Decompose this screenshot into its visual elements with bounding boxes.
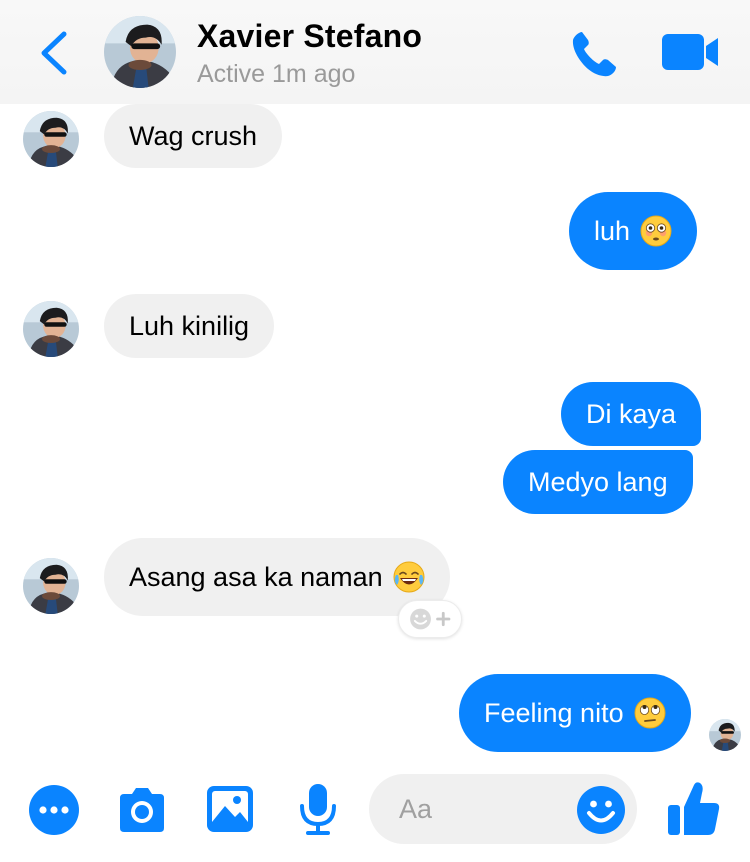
message-text: Medyo lang bbox=[528, 466, 668, 497]
message-bubble-incoming[interactable]: Wag crush bbox=[104, 104, 283, 168]
message-input[interactable] bbox=[399, 788, 579, 830]
contact-avatar[interactable] bbox=[104, 16, 176, 88]
microphone-icon[interactable] bbox=[298, 784, 338, 836]
tears-of-joy-face-icon bbox=[393, 561, 425, 593]
sender-avatar[interactable] bbox=[23, 111, 79, 167]
message-text: Luh kinilig bbox=[129, 310, 250, 341]
message-input-container bbox=[369, 774, 637, 844]
message-text: Wag crush bbox=[129, 120, 258, 151]
message-bubble-incoming[interactable]: Luh kinilig bbox=[104, 294, 275, 358]
image-icon[interactable] bbox=[207, 786, 253, 832]
message-bubble-outgoing[interactable]: Feeling nito bbox=[459, 674, 691, 752]
message-text: Feeling nito bbox=[484, 697, 624, 728]
message-text: luh bbox=[594, 215, 631, 246]
message-bubble-outgoing[interactable]: Medyo lang bbox=[503, 450, 693, 514]
seen-indicator-avatar bbox=[709, 719, 741, 751]
eye-roll-face-icon bbox=[634, 697, 666, 729]
message-bubble-incoming[interactable]: Asang asa ka naman bbox=[104, 538, 450, 616]
contact-name[interactable]: Xavier Stefano bbox=[197, 18, 422, 55]
flushed-face-icon bbox=[640, 215, 672, 247]
camera-icon[interactable] bbox=[116, 786, 168, 834]
message-text: Asang asa ka naman bbox=[129, 561, 383, 592]
message-bubble-outgoing[interactable]: Di kaya bbox=[561, 382, 702, 446]
sender-avatar[interactable] bbox=[23, 558, 79, 614]
phone-icon[interactable] bbox=[568, 28, 620, 80]
add-reaction-button[interactable] bbox=[398, 600, 462, 638]
thumbs-up-icon[interactable] bbox=[668, 781, 720, 837]
chevron-left-icon[interactable] bbox=[36, 30, 72, 76]
message-bubble-outgoing[interactable]: luh bbox=[569, 192, 698, 270]
chat-header: Xavier Stefano Active 1m ago bbox=[0, 0, 750, 104]
smiley-icon[interactable] bbox=[577, 786, 625, 834]
video-camera-icon[interactable] bbox=[662, 32, 720, 72]
more-dots-icon[interactable] bbox=[29, 785, 79, 835]
sender-avatar[interactable] bbox=[23, 301, 79, 357]
message-text: Di kaya bbox=[586, 398, 677, 429]
contact-status: Active 1m ago bbox=[197, 60, 356, 88]
